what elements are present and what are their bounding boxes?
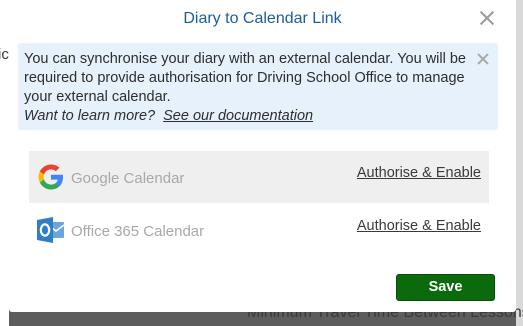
calendar-row-google: Google Calendar Authorise & Enable [29,151,489,203]
authorise-enable-link[interactable]: Authorise & Enable [357,165,481,181]
calendar-name: Google Calendar [71,170,185,187]
calendar-row-office365: Office 365 Calendar Authorise & Enable [29,204,489,256]
background-right-strip [516,0,523,326]
dialog-title: Diary to Calendar Link [183,10,342,27]
learn-more-prompt: Want to learn more? [24,108,156,124]
learn-more-line: Want to learn more? See our documentatio… [24,107,313,126]
office365-icon [37,217,65,243]
info-panel: You can synchronise your diary with an e… [18,43,498,130]
close-icon[interactable] [478,9,496,27]
calendar-link-dialog: Diary to Calendar Link You can synchroni… [9,1,516,312]
info-text: You can synchronise your diary with an e… [24,51,466,105]
close-icon[interactable] [476,52,490,66]
calendar-name: Office 365 Calendar [71,223,205,240]
save-button[interactable]: Save [396,274,495,301]
documentation-link[interactable]: See our documentation [163,108,313,124]
background-fragment-text: ic [0,46,9,63]
google-icon [38,164,63,190]
background-left-strip: ic [0,0,9,326]
authorise-enable-link[interactable]: Authorise & Enable [357,218,481,234]
